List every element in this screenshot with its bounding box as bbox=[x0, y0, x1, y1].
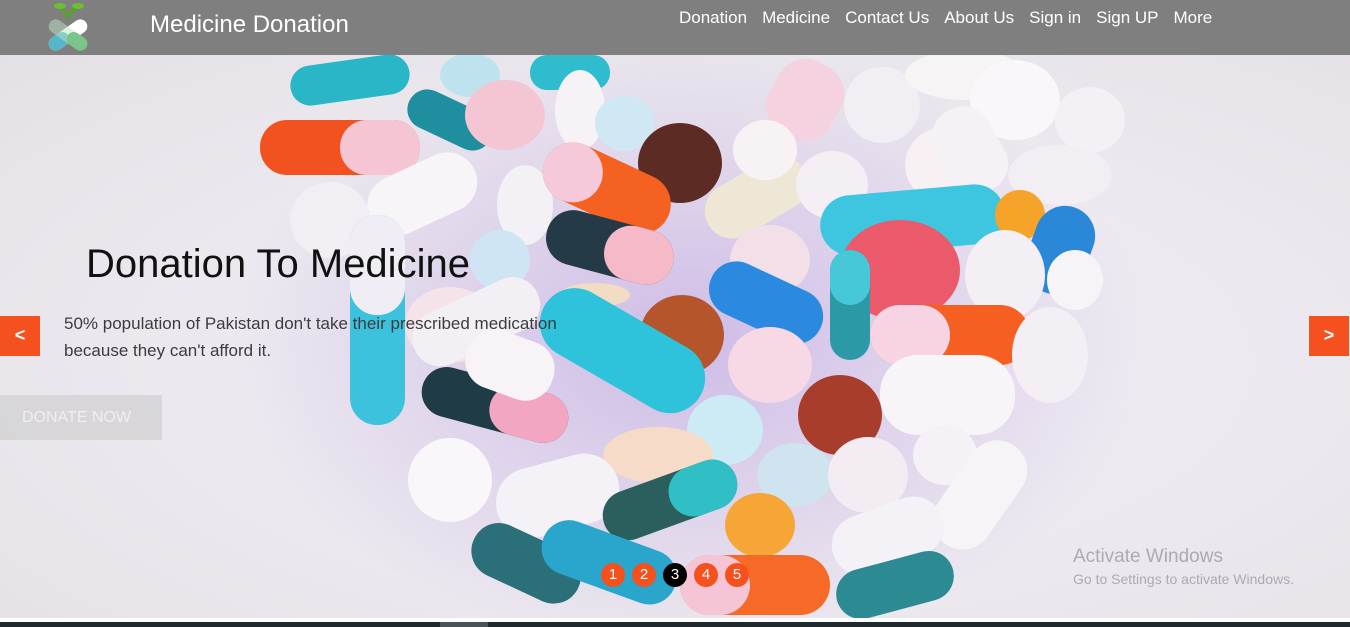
nav-medicine[interactable]: Medicine bbox=[762, 8, 830, 28]
nav-sign-in[interactable]: Sign in bbox=[1029, 8, 1081, 28]
page: Medicine Donation Donation Medicine Cont… bbox=[0, 0, 1350, 627]
logo-icon[interactable] bbox=[40, 0, 96, 52]
nav-more[interactable]: More bbox=[1174, 8, 1213, 28]
slide-dot[interactable]: 2 bbox=[632, 563, 656, 587]
hero-heading: Donation To Medicine bbox=[86, 242, 470, 286]
slide-dot-active[interactable]: 3 bbox=[663, 563, 687, 587]
site-title[interactable]: Medicine Donation bbox=[150, 11, 349, 39]
slide-dot[interactable]: 5 bbox=[725, 563, 749, 587]
hero-description: 50% population of Pakistan don't take th… bbox=[64, 314, 557, 360]
slide-indicators: 1 2 3 4 5 bbox=[601, 563, 756, 587]
prev-slide-button[interactable]: < bbox=[0, 316, 40, 356]
nav-donation[interactable]: Donation bbox=[679, 8, 747, 28]
bottom-dark-strip bbox=[0, 622, 1350, 627]
nav-sign-up[interactable]: Sign UP bbox=[1096, 8, 1158, 28]
watermark-title: Activate Windows bbox=[1073, 546, 1223, 567]
nav-menu: Donation Medicine Contact Us About Us Si… bbox=[679, 8, 1227, 28]
slide-dot[interactable]: 1 bbox=[601, 563, 625, 587]
nav-contact-us[interactable]: Contact Us bbox=[845, 8, 929, 28]
windows-activation-watermark: Activate Windows Go to Settings to activ… bbox=[1073, 545, 1294, 589]
hero-slider: Donation To Medicine 50% population of P… bbox=[0, 55, 1350, 618]
donate-now-button[interactable]: DONATE NOW bbox=[0, 395, 162, 440]
watermark-subtitle: Go to Settings to activate Windows. bbox=[1073, 571, 1294, 587]
nav-about-us[interactable]: About Us bbox=[944, 8, 1014, 28]
bottom-strip-segment bbox=[440, 622, 488, 627]
slide-dot[interactable]: 4 bbox=[694, 563, 718, 587]
bottom-bar bbox=[0, 618, 1350, 627]
next-slide-button[interactable]: > bbox=[1309, 316, 1349, 356]
navbar: Medicine Donation Donation Medicine Cont… bbox=[0, 0, 1350, 55]
